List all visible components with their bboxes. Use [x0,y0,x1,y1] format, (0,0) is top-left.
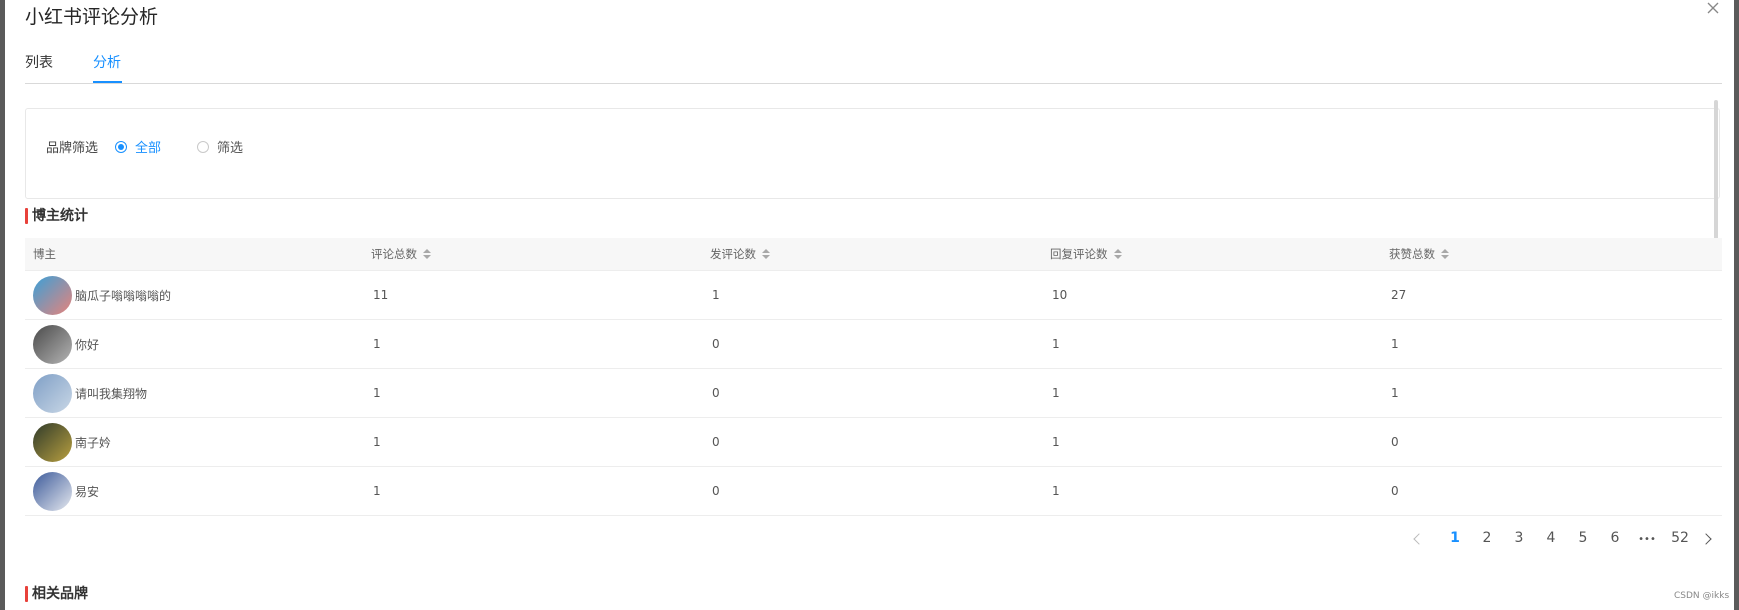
table-row: 南子妗 1 0 1 0 [25,418,1722,467]
page-3[interactable]: 3 [1507,530,1531,546]
next-page-icon[interactable] [1700,533,1712,545]
sort-icon[interactable] [762,249,770,259]
radio-filter[interactable]: 筛选 [197,137,243,156]
radio-all-label: 全部 [135,141,162,156]
total-comments-cell: 11 [373,288,389,302]
brand-filter-card: 品牌筛选 全部 筛选 [25,108,1720,199]
total-likes-cell: 0 [1391,435,1399,449]
radio-filter-label: 筛选 [217,141,244,156]
tab-bar: 列表 分析 [25,52,1722,84]
close-icon[interactable] [1705,0,1721,16]
page-last[interactable]: 52 [1665,530,1695,546]
tab-active-indicator [93,81,122,83]
page-5[interactable]: 5 [1571,530,1595,546]
prev-page-icon[interactable] [1413,533,1425,545]
pagination: 1 2 3 4 5 6 ••• 52 [1405,530,1715,552]
table-row: 易安 1 0 1 0 [25,467,1722,516]
radio-checked-icon [115,140,127,153]
posted-comments-cell: 0 [712,484,720,498]
blogger-cell: 请叫我集翔物 [33,374,147,413]
column-header-total-comments[interactable]: 评论总数 [371,246,431,262]
total-likes-cell: 0 [1391,484,1399,498]
blogger-cell: 易安 [33,472,99,511]
page-6[interactable]: 6 [1603,530,1627,546]
pagination-ellipsis-icon[interactable]: ••• [1635,534,1659,545]
tab-analysis[interactable]: 分析 [93,52,121,72]
total-likes-cell: 1 [1391,386,1399,400]
reply-comments-cell: 10 [1052,288,1068,302]
reply-comments-cell: 1 [1052,435,1060,449]
total-likes-cell: 1 [1391,337,1399,351]
related-brands-title: 相关品牌 [25,586,88,602]
blogger-name: 请叫我集翔物 [75,387,148,401]
posted-comments-cell: 0 [712,386,720,400]
watermark: CSDN @ikks [1674,591,1730,601]
sort-icon[interactable] [423,249,431,259]
dialog-title: 小红书评论分析 [25,6,159,28]
avatar [33,374,72,413]
posted-comments-cell: 0 [712,337,720,351]
reply-comments-cell: 1 [1052,337,1060,351]
radio-all[interactable]: 全部 [115,137,161,156]
total-likes-cell: 27 [1391,288,1407,302]
blogger-name: 脑瓜子嗡嗡嗡嗡的 [75,289,172,303]
blogger-stats-title: 博主统计 [25,208,88,224]
tab-list[interactable]: 列表 [25,52,53,72]
reply-comments-cell: 1 [1052,484,1060,498]
avatar [33,423,72,462]
radio-unchecked-icon [197,140,209,153]
vertical-scrollbar[interactable] [1714,100,1718,250]
blogger-cell: 脑瓜子嗡嗡嗡嗡的 [33,276,171,315]
blogger-name: 南子妗 [75,436,112,450]
reply-comments-cell: 1 [1052,386,1060,400]
column-header-reply-comments[interactable]: 回复评论数 [1050,246,1122,262]
sort-icon[interactable] [1113,249,1122,259]
avatar [33,325,72,364]
total-comments-cell: 1 [373,484,381,498]
table-row: 脑瓜子嗡嗡嗡嗡的 11 1 10 27 [25,271,1722,320]
blogger-name: 易安 [75,485,100,499]
blogger-stats-table: 博主 评论总数 发评论数 回复评论数 获赞总数 脑瓜子嗡嗡嗡嗡的 11 1 10… [25,238,1722,516]
brand-filter-label: 品牌筛选 [46,141,99,156]
column-header-posted-comments[interactable]: 发评论数 [710,246,770,262]
posted-comments-cell: 0 [712,435,720,449]
page-4[interactable]: 4 [1539,530,1563,546]
column-header-blogger: 博主 [33,247,56,261]
blogger-cell: 你好 [33,325,99,364]
page-1[interactable]: 1 [1443,530,1467,546]
total-comments-cell: 1 [373,386,381,400]
posted-comments-cell: 1 [712,288,720,302]
total-comments-cell: 1 [373,435,381,449]
table-row: 请叫我集翔物 1 0 1 1 [25,369,1722,418]
sort-icon[interactable] [1441,249,1449,259]
table-row: 你好 1 0 1 1 [25,320,1722,369]
blogger-cell: 南子妗 [33,423,111,462]
blogger-name: 你好 [75,338,100,352]
table-header: 博主 评论总数 发评论数 回复评论数 获赞总数 [25,238,1722,271]
column-header-total-likes[interactable]: 获赞总数 [1389,246,1449,262]
total-comments-cell: 1 [373,337,381,351]
avatar [33,472,72,511]
page-2[interactable]: 2 [1475,530,1499,546]
avatar [33,276,72,315]
dialog-frame: 小红书评论分析 列表 分析 品牌筛选 全部 筛选 博主统计 博主 评论总数 发评… [0,0,1739,610]
